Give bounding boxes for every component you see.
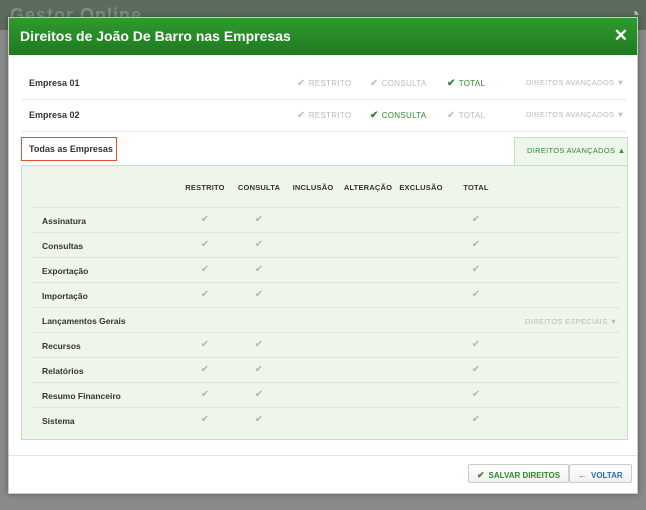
check-icon[interactable]: ✔ [175,414,235,425]
permission-label: Sistema [42,416,75,426]
column-header: ALTERAÇÃO [343,183,393,192]
check-icon[interactable]: ✔ [229,339,289,350]
column-header: INCLUSÃO [292,183,334,192]
check-icon[interactable]: ✔ [446,239,506,250]
check-icon[interactable]: ✔ [229,414,289,425]
company-name: Empresa 01 [29,78,80,88]
option-label: TOTAL [458,79,486,88]
company-name: Empresa 02 [29,110,80,120]
permission-label: Lançamentos Gerais [42,316,126,326]
check-icon: ✔ [447,78,456,89]
company-row: Empresa 02 ✔ RESTRITO ✔ CONSULTA ✔ TOTAL DI… [21,100,627,132]
modal-title: Direitos de João De Barro nas Empresas [20,28,291,44]
permission-row: Lançamentos Gerais DIREITOS ESPECIAIS ▼ [32,307,619,332]
rights-modal: Direitos de João De Barro nas Empresas ✕… [8,17,638,494]
check-icon[interactable]: ✔ [446,364,506,375]
option-total[interactable]: ✔ TOTAL [447,78,485,89]
check-icon[interactable]: ✔ [229,364,289,375]
check-icon[interactable]: ✔ [446,214,506,225]
check-icon[interactable]: ✔ [229,389,289,400]
advanced-rights-toggle[interactable]: DIREITOS AVANÇADOS ▼ [526,110,624,119]
check-icon: ✔ [297,78,306,89]
option-consulta[interactable]: ✔ CONSULTA [370,110,426,121]
check-icon[interactable]: ✔ [446,264,506,275]
option-consulta[interactable]: ✔ CONSULTA [370,78,426,89]
check-icon[interactable]: ✔ [175,339,235,350]
check-icon[interactable]: ✔ [175,289,235,300]
permission-label: Recursos [42,341,81,351]
permission-label: Assinatura [42,216,86,226]
option-restrito[interactable]: ✔ RESTRITO [297,110,351,121]
all-companies-label: Todas as Empresas [21,137,117,161]
permission-label: Consultas [42,241,84,251]
back-button[interactable]: ← VOLTAR [569,464,632,483]
permission-label: Importação [42,291,88,301]
option-total[interactable]: ✔ TOTAL [447,110,485,121]
column-header: TOTAL [463,183,489,192]
permission-label: Resumo Financeiro [42,391,121,401]
option-label: CONSULTA [381,79,427,88]
column-header: EXCLUSÃO [399,183,443,192]
check-icon: ✔ [370,110,379,121]
check-icon[interactable]: ✔ [229,289,289,300]
option-label: RESTRITO [308,79,352,88]
option-label: RESTRITO [308,111,352,120]
check-icon[interactable]: ✔ [229,264,289,275]
advanced-rights-toggle[interactable]: DIREITOS AVANÇADOS ▼ [526,78,624,87]
modal-footer: ✔ SALVAR DIREITOS ← VOLTAR [9,455,637,495]
check-icon[interactable]: ✔ [175,364,235,375]
column-header: CONSULTA [237,183,281,192]
permission-row: Importação ✔ ✔ ✔ [32,282,619,307]
advanced-rights-tab[interactable]: DIREITOS AVANÇADOS ▲ [514,137,628,166]
column-header: RESTRITO [185,183,225,192]
special-rights-toggle[interactable]: DIREITOS ESPECIAIS ▼ [525,317,617,326]
arrow-left-icon: ← [578,470,587,480]
check-icon[interactable]: ✔ [446,389,506,400]
close-icon[interactable]: ✕ [614,26,628,46]
permission-row: Relatórios ✔ ✔ ✔ [32,357,619,382]
check-icon[interactable]: ✔ [446,414,506,425]
check-icon[interactable]: ✔ [229,239,289,250]
check-icon[interactable]: ✔ [175,214,235,225]
check-icon[interactable]: ✔ [229,214,289,225]
permission-row: Consultas ✔ ✔ ✔ [32,232,619,257]
check-icon: ✔ [297,110,306,121]
option-label: CONSULTA [381,111,427,120]
modal-header: Direitos de João De Barro nas Empresas ✕ [9,18,637,55]
permission-label: Exportação [42,266,89,276]
save-rights-button[interactable]: ✔ SALVAR DIREITOS [468,464,570,483]
check-icon[interactable]: ✔ [175,389,235,400]
advanced-rights-panel: RESTRITO CONSULTA INCLUSÃO ALTERAÇÃO EXC… [21,165,628,440]
back-label: VOLTAR [591,471,623,480]
check-icon: ✔ [447,110,456,121]
permission-row: Recursos ✔ ✔ ✔ [32,332,619,357]
permission-row: Assinatura ✔ ✔ ✔ [32,207,619,232]
check-icon[interactable]: ✔ [446,289,506,300]
check-icon[interactable]: ✔ [175,239,235,250]
check-icon: ✔ [477,470,485,480]
save-label: SALVAR DIREITOS [488,471,561,480]
permission-row: Sistema ✔ ✔ ✔ [32,407,619,432]
company-row: Empresa 01 ✔ RESTRITO ✔ CONSULTA ✔ TOTAL DI… [21,68,627,100]
permission-row: Exportação ✔ ✔ ✔ [32,257,619,282]
check-icon[interactable]: ✔ [446,339,506,350]
option-label: TOTAL [458,111,486,120]
check-icon[interactable]: ✔ [175,264,235,275]
permission-row: Resumo Financeiro ✔ ✔ ✔ [32,382,619,407]
check-icon: ✔ [370,78,379,89]
option-restrito[interactable]: ✔ RESTRITO [297,78,351,89]
permission-label: Relatórios [42,366,84,376]
